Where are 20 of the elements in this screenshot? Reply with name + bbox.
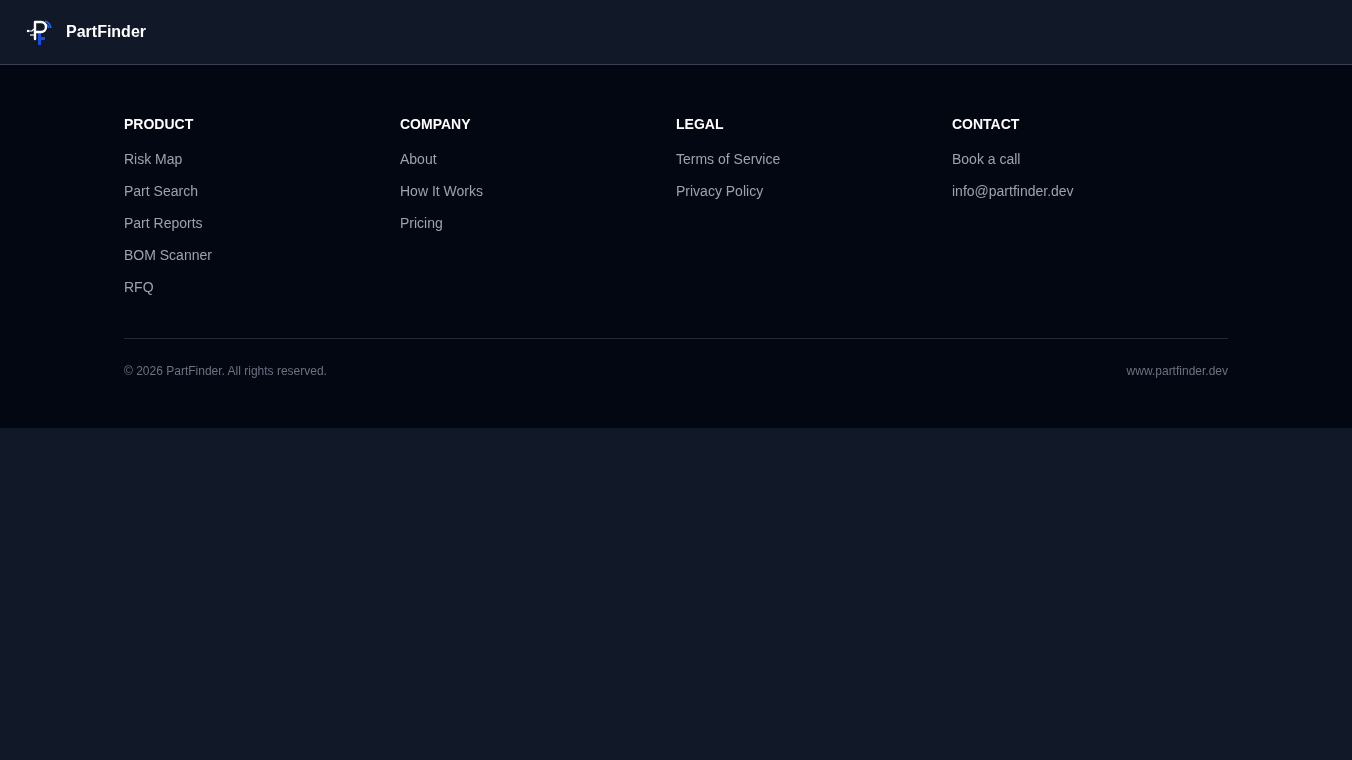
footer-link[interactable]: Risk Map [124, 149, 183, 169]
logo-icon [26, 18, 54, 46]
footer-link[interactable]: Book a call [952, 149, 1021, 169]
footer-link[interactable]: How It Works [400, 181, 483, 201]
footer-link[interactable]: About [400, 149, 437, 169]
brand-name[interactable]: PartFinder [66, 20, 146, 44]
column-heading: COMPANY [400, 115, 471, 134]
copyright-text: © 2026 PartFinder. All rights reserved. [124, 363, 327, 379]
footer-link[interactable]: info@partfinder.dev [952, 181, 1074, 201]
column-heading: LEGAL [676, 115, 724, 134]
website-text: www.partfinder.dev [1126, 363, 1228, 379]
footer-link[interactable]: Part Search [124, 181, 198, 201]
column-heading: PRODUCT [124, 115, 194, 134]
footer-link[interactable]: Part Reports [124, 213, 203, 233]
footer-link[interactable]: Privacy Policy [676, 181, 764, 201]
column-heading: CONTACT [952, 115, 1020, 134]
footer-link[interactable]: BOM Scanner [124, 245, 212, 265]
footer-link[interactable]: RFQ [124, 277, 154, 297]
footer-link[interactable]: Pricing [400, 213, 443, 233]
footer-link[interactable]: Terms of Service [676, 149, 781, 169]
